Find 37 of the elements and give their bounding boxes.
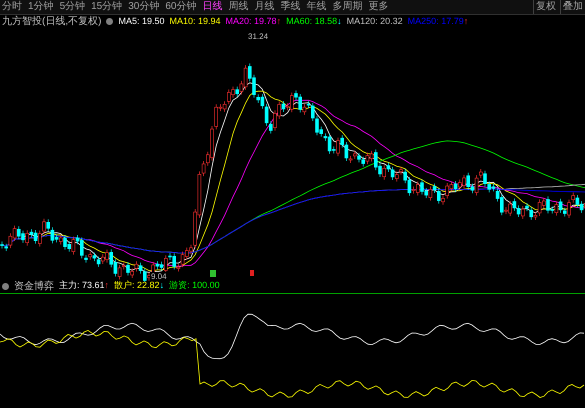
period-tab[interactable]: 年线 [306, 0, 326, 14]
ma-value: MA5: 19.50 [118, 14, 164, 28]
period-tab[interactable]: 更多 [368, 0, 388, 14]
period-tab[interactable]: 周线 [228, 0, 248, 14]
period-tab[interactable]: 15分钟 [91, 0, 122, 14]
period-tab[interactable]: 日线 [202, 0, 222, 14]
low-price-label: 9.04 [150, 272, 168, 281]
period-tab[interactable]: 60分钟 [165, 0, 196, 14]
trend-arrow: ↑ [276, 14, 282, 28]
period-tab[interactable]: 5分钟 [60, 0, 86, 14]
high-price-label: 31.24 [248, 31, 268, 43]
indicator-value: 游资: 100.00 [169, 279, 220, 292]
period-tab[interactable]: 多周期 [332, 0, 362, 14]
trend-arrow: ↑ [104, 279, 110, 292]
indicator-title: 资金博弈 [14, 280, 54, 294]
trend-arrow: ↑ [464, 14, 468, 28]
indicator-value: 散户: 22.82 [114, 280, 160, 292]
trend-arrow: ↓ [337, 14, 342, 28]
trend-arrow: ↓ [160, 280, 164, 292]
chart-title: 九方智投(日线,不复权) [2, 14, 102, 29]
ma-value: MA120: 20.32 [346, 14, 403, 28]
period-tab[interactable]: 1分钟 [28, 0, 54, 14]
indicator-value: 主力: 73.61 [59, 279, 105, 292]
period-tab[interactable]: 分时 [2, 0, 22, 14]
settings-icon[interactable] [2, 282, 9, 290]
toolbar-button[interactable]: 复权 [533, 0, 556, 14]
buy-signal-icon [210, 270, 216, 277]
period-tab[interactable]: 季线 [280, 0, 300, 14]
toolbar-button[interactable]: 叠加 [560, 0, 583, 14]
ma-value: MA10: 19.94 [169, 14, 221, 28]
period-tab[interactable]: 30分钟 [128, 0, 160, 14]
ma-value: MA20: 19.78 [226, 14, 277, 28]
period-tab[interactable]: 月线 [254, 0, 274, 14]
ma-value: MA60: 18.58 [286, 14, 338, 28]
ma-value: MA250: 17.79 [408, 14, 464, 28]
settings-icon[interactable] [106, 18, 114, 25]
sell-signal-icon [250, 270, 254, 276]
